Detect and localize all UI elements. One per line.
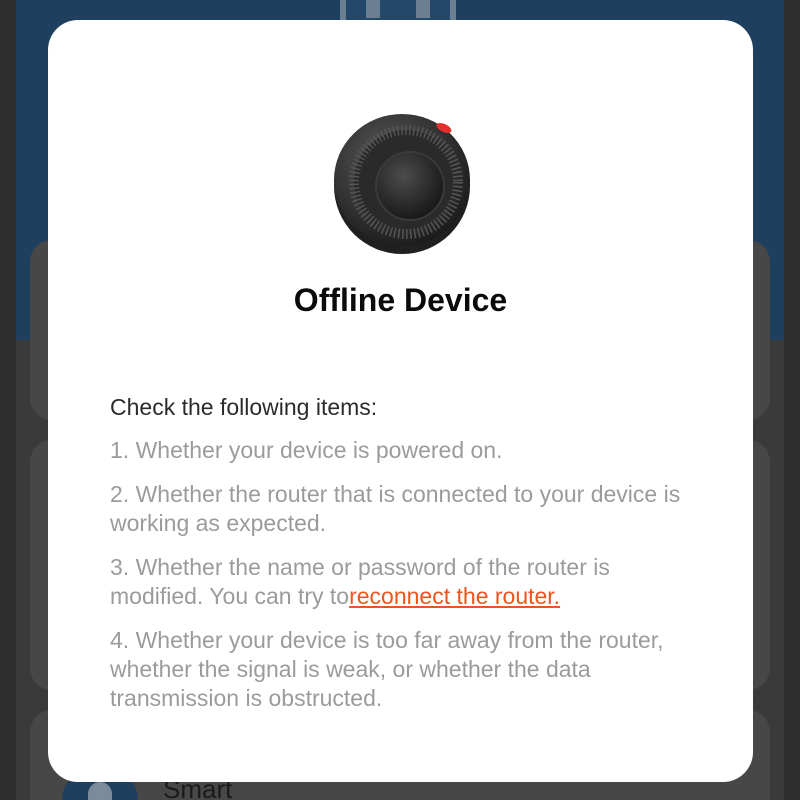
check-item: 4. Whether your device is too far away f… bbox=[110, 626, 700, 713]
smart-speaker-device-icon bbox=[334, 114, 470, 254]
check-list: 1. Whether your device is powered on. 2.… bbox=[110, 436, 700, 728]
dialog-title: Offline Device bbox=[293, 282, 508, 318]
check-item: 2. Whether the router that is connected … bbox=[110, 480, 700, 538]
check-item-text: 4. Whether your device is too far away f… bbox=[110, 627, 664, 711]
check-heading: Check the following items: bbox=[110, 394, 378, 420]
check-item-text: 2. Whether the router that is connected … bbox=[110, 481, 681, 536]
check-item: 1. Whether your device is powered on. bbox=[110, 436, 700, 465]
background-edge-right bbox=[784, 0, 800, 800]
check-item: 3. Whether the name or password of the r… bbox=[110, 553, 700, 611]
reconnect-router-link[interactable]: reconnect the router. bbox=[349, 583, 560, 609]
screen: Smart Offline Device Check the following… bbox=[0, 0, 800, 800]
background-edge-left bbox=[0, 0, 16, 800]
check-item-text: 1. Whether your device is powered on. bbox=[110, 437, 503, 463]
offline-device-dialog: Offline Device Check the following items… bbox=[48, 20, 753, 782]
